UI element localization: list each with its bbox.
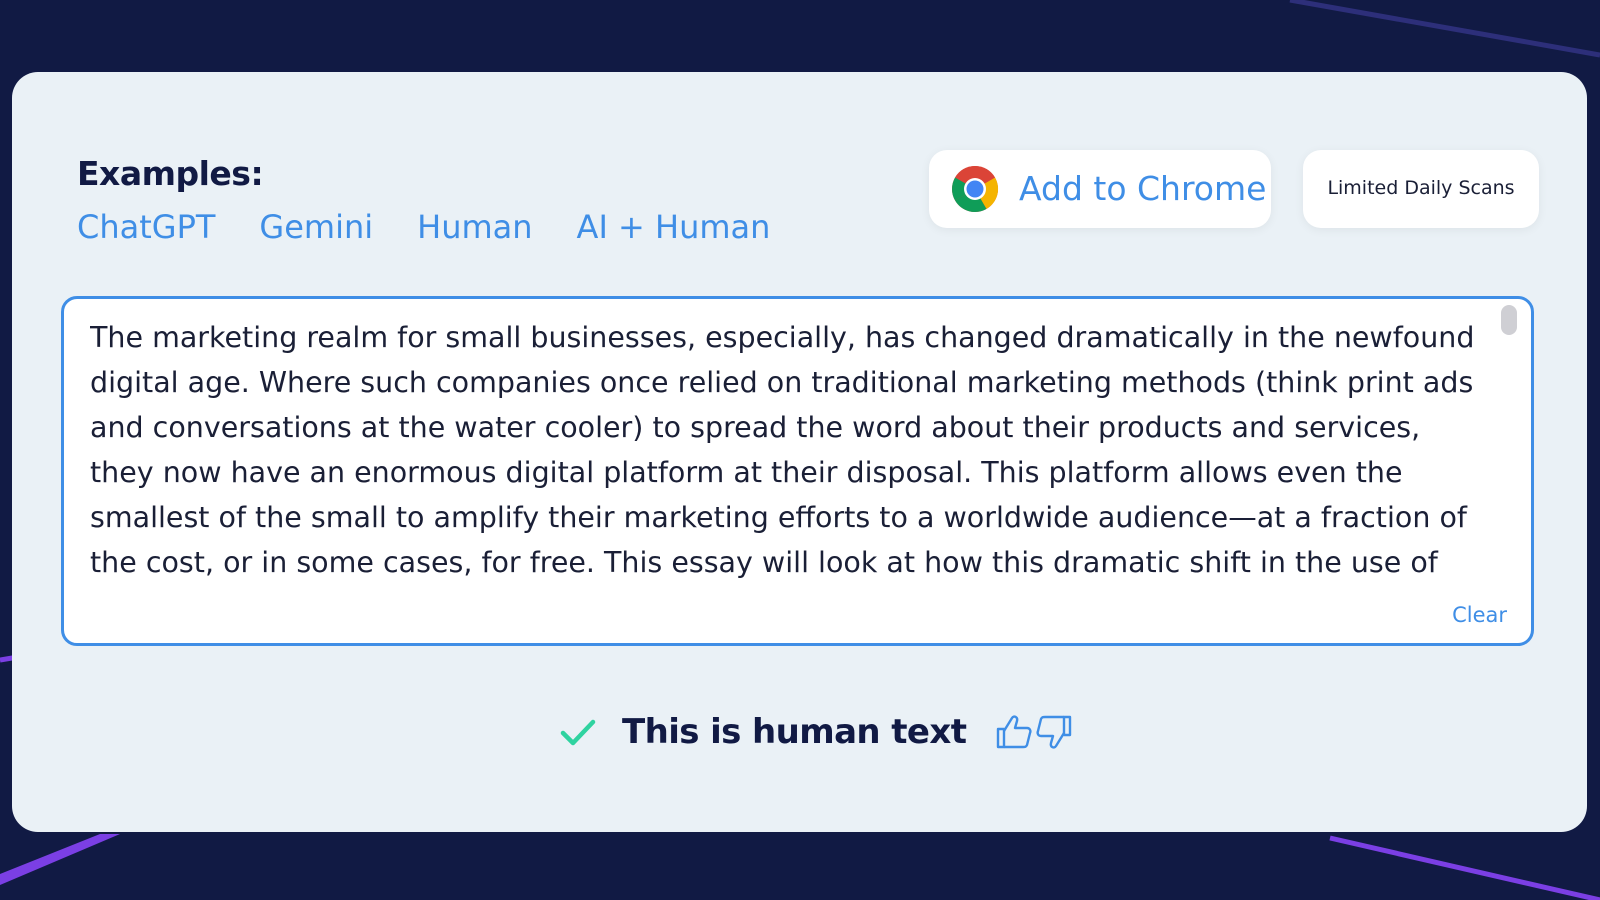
add-to-chrome-button[interactable]: Add to Chrome xyxy=(929,150,1271,228)
thumbs-up-icon[interactable] xyxy=(994,712,1034,752)
limited-daily-scans-label: Limited Daily Scans xyxy=(1327,177,1515,199)
example-link-human[interactable]: Human xyxy=(417,208,532,246)
clear-button[interactable]: Clear xyxy=(1452,603,1507,627)
example-link-chatgpt[interactable]: ChatGPT xyxy=(77,208,215,246)
text-input-content[interactable]: The marketing realm for small businesses… xyxy=(90,315,1490,591)
limited-daily-scans-button[interactable]: Limited Daily Scans xyxy=(1303,150,1539,228)
result-label: This is human text xyxy=(622,712,967,752)
example-link-ai-human[interactable]: AI + Human xyxy=(577,208,771,246)
result-row: This is human text xyxy=(558,707,1074,757)
text-input-box[interactable]: The marketing realm for small businesses… xyxy=(61,296,1534,646)
add-to-chrome-label: Add to Chrome xyxy=(1019,169,1267,208)
examples-title: Examples: xyxy=(77,154,264,193)
thumbs-down-icon[interactable] xyxy=(1034,712,1074,752)
examples-links: ChatGPT Gemini Human AI + Human xyxy=(77,208,770,246)
chrome-icon xyxy=(952,165,999,212)
example-link-gemini[interactable]: Gemini xyxy=(259,208,373,246)
detector-panel: Examples: ChatGPT Gemini Human AI + Huma… xyxy=(12,72,1587,832)
scrollbar-thumb[interactable] xyxy=(1501,305,1517,335)
check-icon xyxy=(560,719,596,746)
